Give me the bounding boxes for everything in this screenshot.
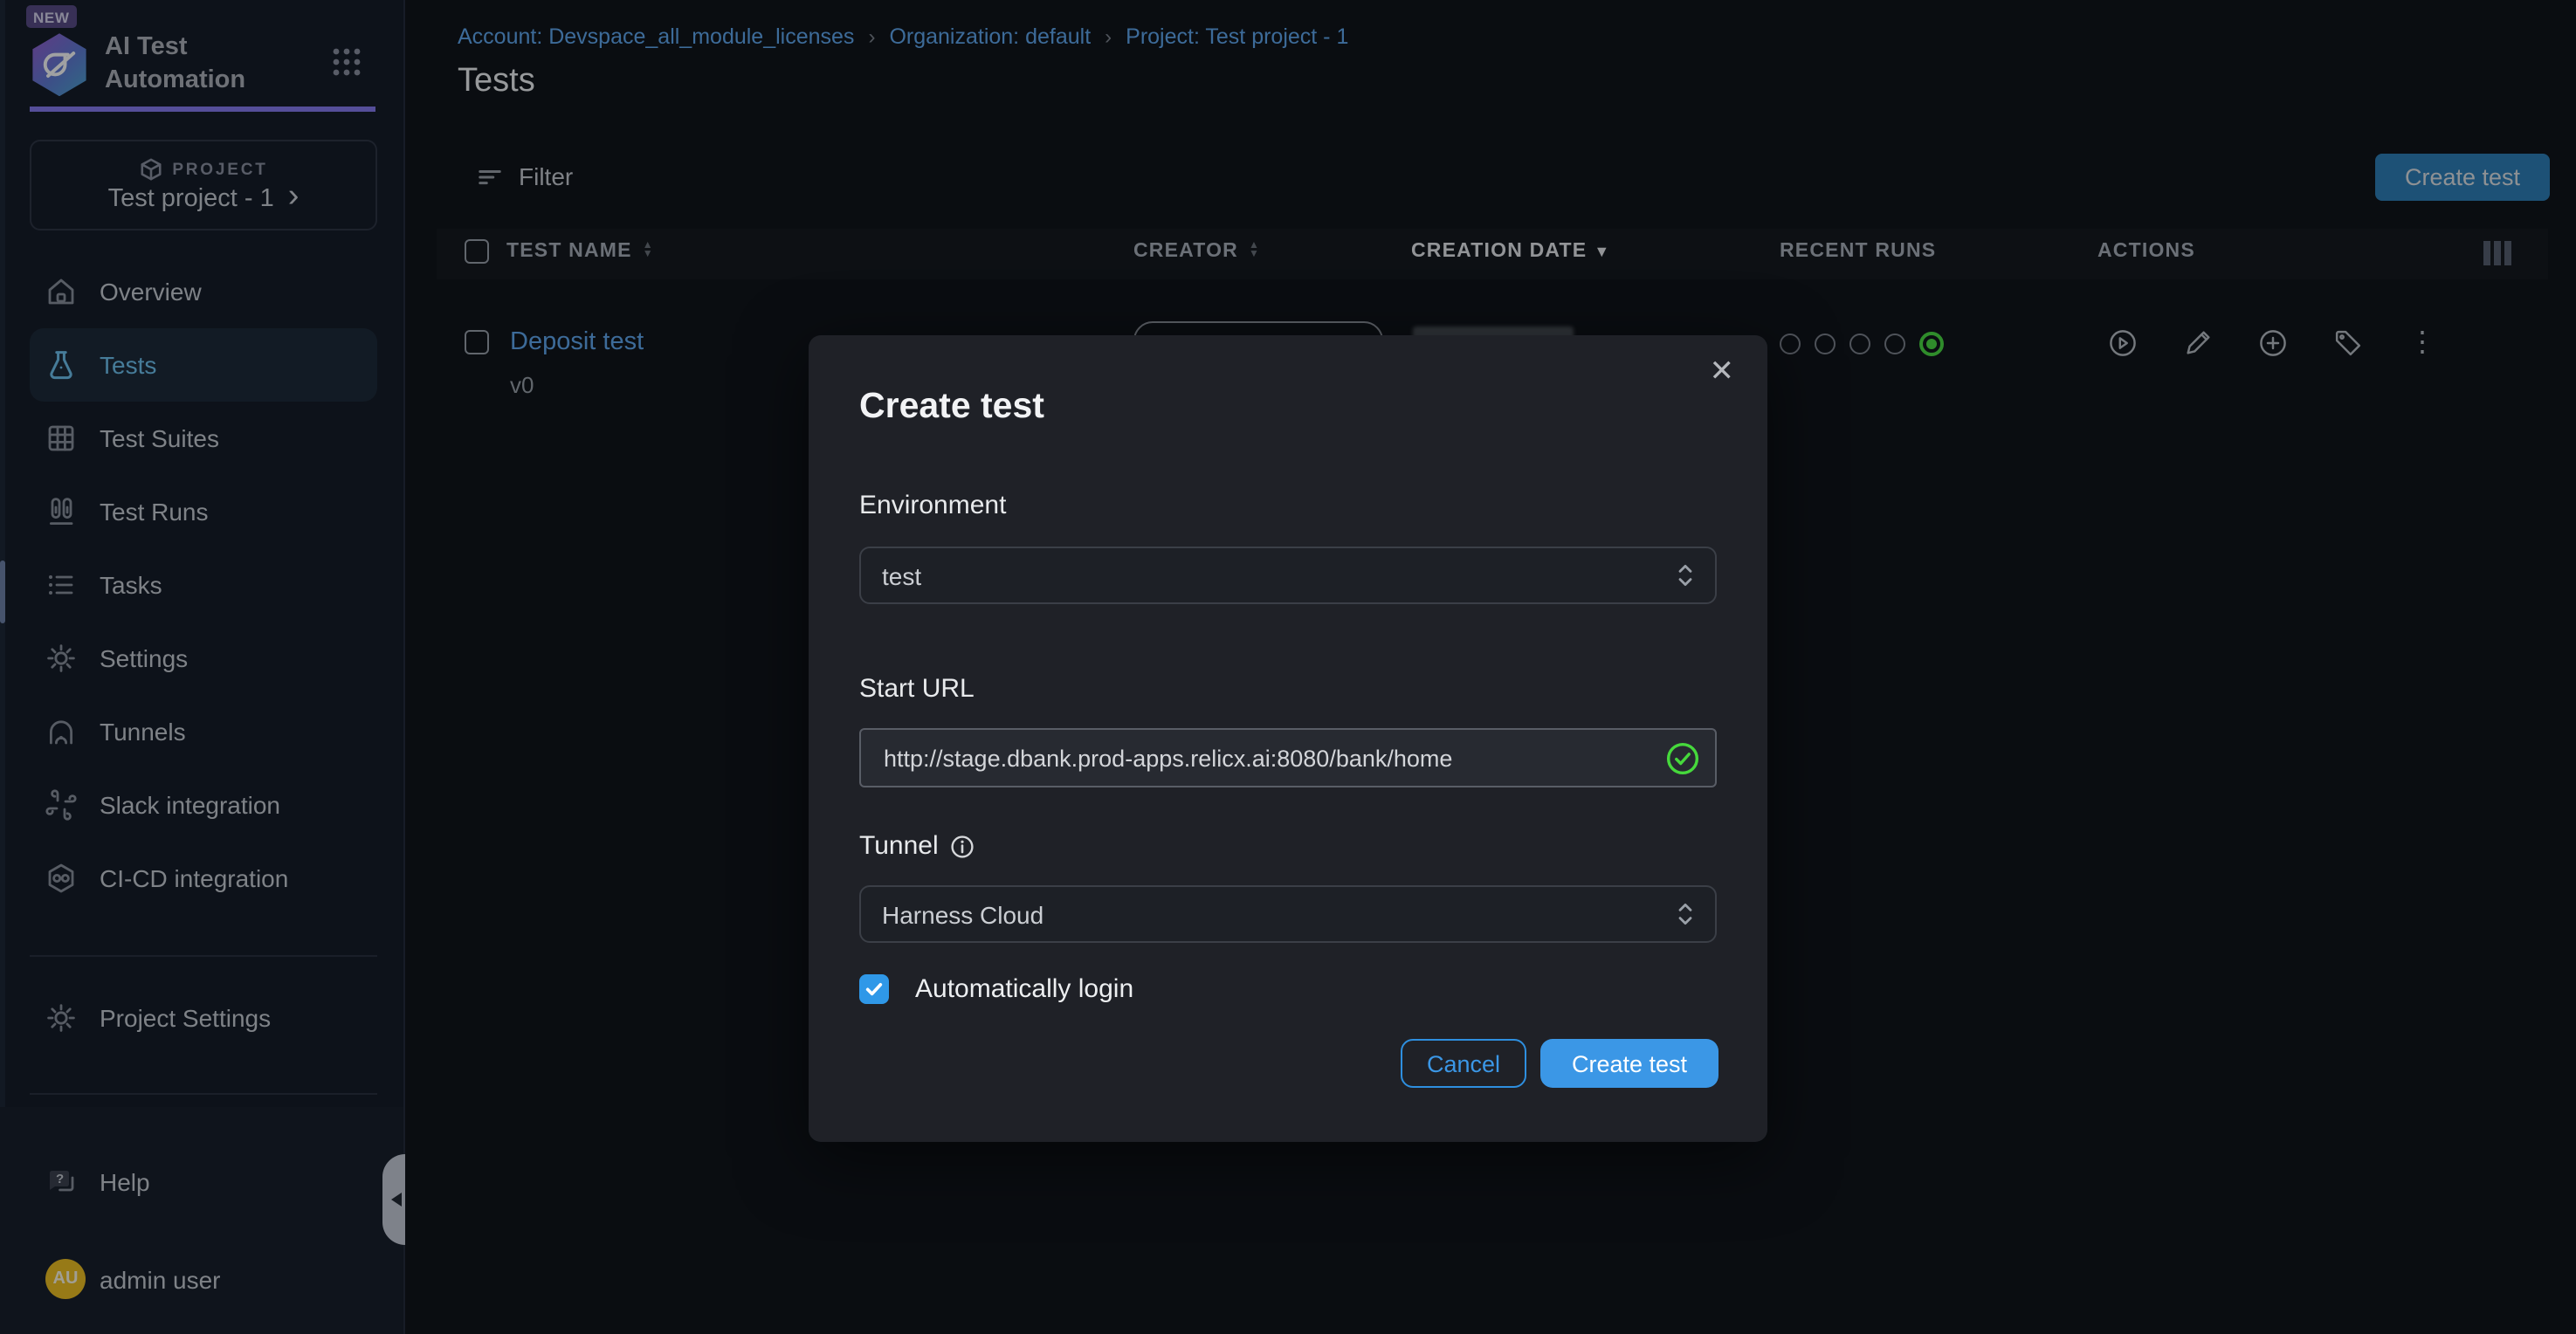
create-test-modal: ✕ Create test Environment test Start URL… xyxy=(809,335,1767,1142)
select-chevrons-icon xyxy=(1677,899,1694,929)
url-valid-check-icon xyxy=(1666,742,1699,775)
auto-login-label: Automatically login xyxy=(915,974,1133,1004)
start-url-label: Start URL xyxy=(859,674,975,704)
close-icon[interactable]: ✕ xyxy=(1699,353,1746,391)
tunnel-label: Tunnel xyxy=(859,831,975,861)
select-chevrons-icon xyxy=(1677,560,1694,590)
environment-value: test xyxy=(882,561,1677,589)
modal-title: Create test xyxy=(859,386,1044,428)
start-url-input[interactable] xyxy=(859,728,1717,787)
app-screen: NEW AI Test Automation PROJECT Test proj… xyxy=(0,0,2576,1334)
create-test-submit-button[interactable]: Create test xyxy=(1540,1039,1718,1088)
tunnel-value: Harness Cloud xyxy=(882,900,1677,928)
tunnel-select[interactable]: Harness Cloud xyxy=(859,885,1717,943)
environment-select[interactable]: test xyxy=(859,547,1717,604)
auto-login-checkbox[interactable] xyxy=(859,974,889,1004)
cancel-button[interactable]: Cancel xyxy=(1401,1039,1526,1088)
environment-label: Environment xyxy=(859,491,1006,520)
check-icon xyxy=(864,980,884,999)
info-icon[interactable] xyxy=(951,834,975,858)
